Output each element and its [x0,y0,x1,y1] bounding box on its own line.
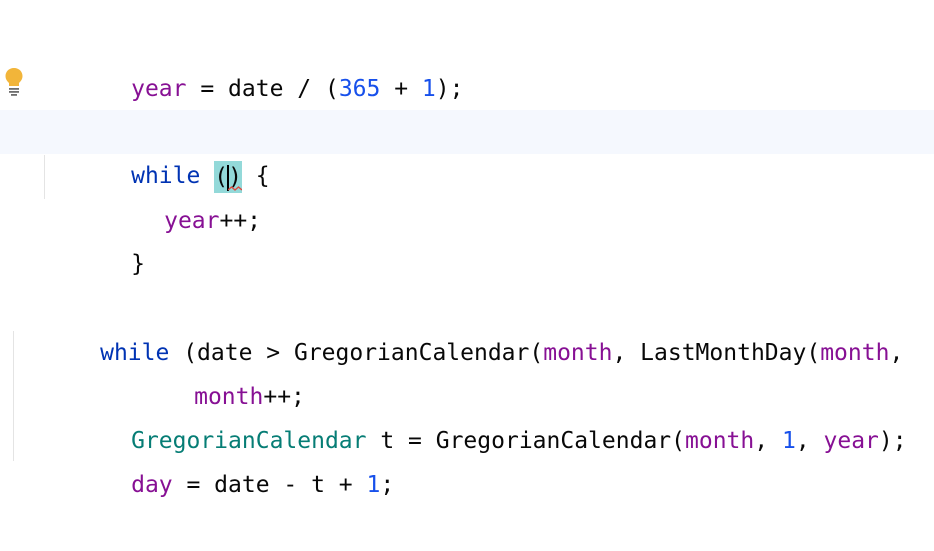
code-line-year-assign[interactable]: year = date / (365 + 1); [0,23,934,102]
identifier-year: year [131,76,187,102]
lightbulb-icon[interactable] [4,66,24,98]
code-text: ; [380,472,395,498]
code-text: = date / ( [186,76,339,102]
code-line-inner-while[interactable]: while () { [0,110,934,193]
code-line-day-assign[interactable]: day = date - t + 1; [0,419,934,498]
number-literal: 365 [338,76,381,102]
code-editor[interactable]: year = date / (365 + 1); while () { year… [0,0,934,514]
code-line-year-increment[interactable]: year++; [0,155,934,234]
code-line-close-brace[interactable]: } [0,198,934,277]
code-line-calendar-declaration[interactable]: GregorianCalendar t = GregorianCalendar(… [0,375,934,454]
code-line-month-increment[interactable]: month++; [0,331,934,410]
identifier-day: day [131,472,173,498]
close-brace: } [131,251,145,277]
code-text: = date - t + [172,472,367,498]
code-line-outer-while[interactable]: while (date > GregorianCalendar(month, L… [0,287,934,366]
number-literal: 1 [366,472,381,498]
number-literal: 1 [421,76,436,102]
code-text: + [380,76,422,102]
code-text: ); [435,76,464,102]
